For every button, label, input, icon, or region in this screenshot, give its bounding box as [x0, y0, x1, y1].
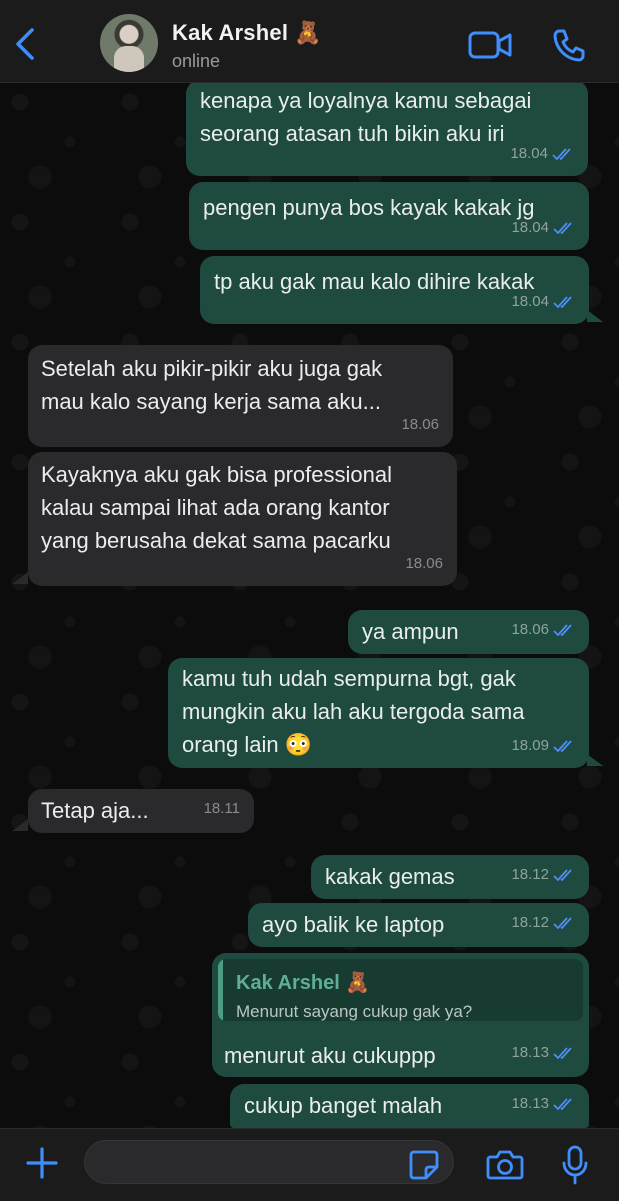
message-meta: 18.04 — [511, 211, 575, 244]
message-time: 18.12 — [511, 914, 549, 931]
sticker-icon[interactable] — [408, 1149, 440, 1181]
read-ticks-icon — [552, 147, 571, 160]
bubble-tail — [587, 310, 603, 322]
message-composer — [0, 1128, 619, 1201]
chat-header: Kak Arshel 🧸 online — [0, 0, 619, 83]
message-time: 18.04 — [511, 219, 549, 236]
video-call-icon[interactable] — [468, 30, 512, 60]
message-meta: 18.04 — [511, 285, 575, 318]
read-ticks-icon — [553, 295, 572, 308]
message-bubble-outgoing[interactable]: kamu tuh udah sempurna bgt, gak mungkin … — [168, 658, 589, 768]
message-meta: 18.11 — [204, 792, 240, 825]
avatar[interactable] — [100, 14, 158, 72]
message-bubble-outgoing[interactable]: kenapa ya loyalnya kamu sebagai seorang … — [186, 80, 588, 176]
read-ticks-icon — [553, 623, 572, 636]
message-time: 18.13 — [511, 1095, 549, 1112]
contact-status: online — [172, 51, 221, 71]
quoted-message[interactable]: Kak Arshel 🧸 Menurut sayang cukup gak ya… — [218, 959, 583, 1021]
message-meta: 18.13 — [511, 1036, 575, 1069]
message-meta: 18.13 — [511, 1087, 575, 1120]
message-text: menurut aku cukuppp — [224, 1043, 436, 1068]
message-bubble-outgoing[interactable]: ya ampun 18.06 — [348, 610, 589, 654]
message-input[interactable] — [84, 1140, 454, 1184]
message-meta: 18.12 — [511, 906, 575, 939]
message-time: 18.06 — [511, 621, 549, 638]
phone-icon[interactable] — [552, 28, 586, 62]
quoted-text: Menurut sayang cukup gak ya? — [236, 1002, 473, 1021]
bubble-tail — [12, 819, 28, 831]
message-meta: 18.04 — [510, 137, 574, 170]
message-time: 18.13 — [511, 1044, 549, 1061]
bubble-tail — [587, 754, 603, 766]
message-meta: 18.09 — [511, 729, 575, 762]
read-ticks-icon — [553, 868, 572, 881]
read-ticks-icon — [553, 739, 572, 752]
message-time: 18.06 — [401, 416, 439, 433]
message-meta: 18.06 — [405, 547, 443, 580]
message-time: 18.04 — [510, 145, 548, 162]
camera-icon[interactable] — [486, 1149, 524, 1181]
message-time: 18.12 — [511, 866, 549, 883]
quote-bar — [218, 959, 223, 1021]
bubble-tail — [12, 572, 28, 584]
message-bubble-incoming[interactable]: Tetap aja... 18.11 — [28, 789, 254, 833]
message-time: 18.09 — [511, 737, 549, 754]
message-bubble-incoming[interactable]: Setelah aku pikir-pikir aku juga gak mau… — [28, 345, 453, 447]
message-bubble-outgoing[interactable]: pengen punya bos kayak kakak jg 18.04 — [189, 182, 589, 250]
message-bubble-outgoing[interactable]: cukup banget malah 18.13 — [230, 1084, 589, 1128]
message-bubble-outgoing-reply[interactable]: Kak Arshel 🧸 Menurut sayang cukup gak ya… — [212, 953, 589, 1077]
message-bubble-outgoing[interactable]: kakak gemas 18.12 — [311, 855, 589, 899]
read-ticks-icon — [553, 1097, 572, 1110]
message-bubble-outgoing[interactable]: tp aku gak mau kalo dihire kakak 18.04 — [200, 256, 589, 324]
read-ticks-icon — [553, 221, 572, 234]
microphone-icon[interactable] — [562, 1145, 588, 1185]
message-time: 18.06 — [405, 555, 443, 572]
message-meta: 18.06 — [401, 408, 439, 441]
message-text: Kayaknya aku gak bisa professional kalau… — [41, 462, 392, 553]
message-bubble-incoming[interactable]: Kayaknya aku gak bisa professional kalau… — [28, 452, 457, 586]
plus-icon[interactable] — [24, 1145, 60, 1181]
contact-name[interactable]: Kak Arshel 🧸 — [172, 20, 322, 46]
message-meta: 18.06 — [511, 613, 575, 646]
chevron-left-icon[interactable] — [12, 26, 40, 62]
read-ticks-icon — [553, 1046, 572, 1059]
message-meta: 18.12 — [511, 858, 575, 891]
message-time: 18.11 — [203, 800, 240, 817]
message-text: Setelah aku pikir-pikir aku juga gak mau… — [41, 356, 383, 414]
message-bubble-outgoing[interactable]: ayo balik ke laptop 18.12 — [248, 903, 589, 947]
read-ticks-icon — [553, 916, 572, 929]
message-time: 18.04 — [511, 293, 549, 310]
